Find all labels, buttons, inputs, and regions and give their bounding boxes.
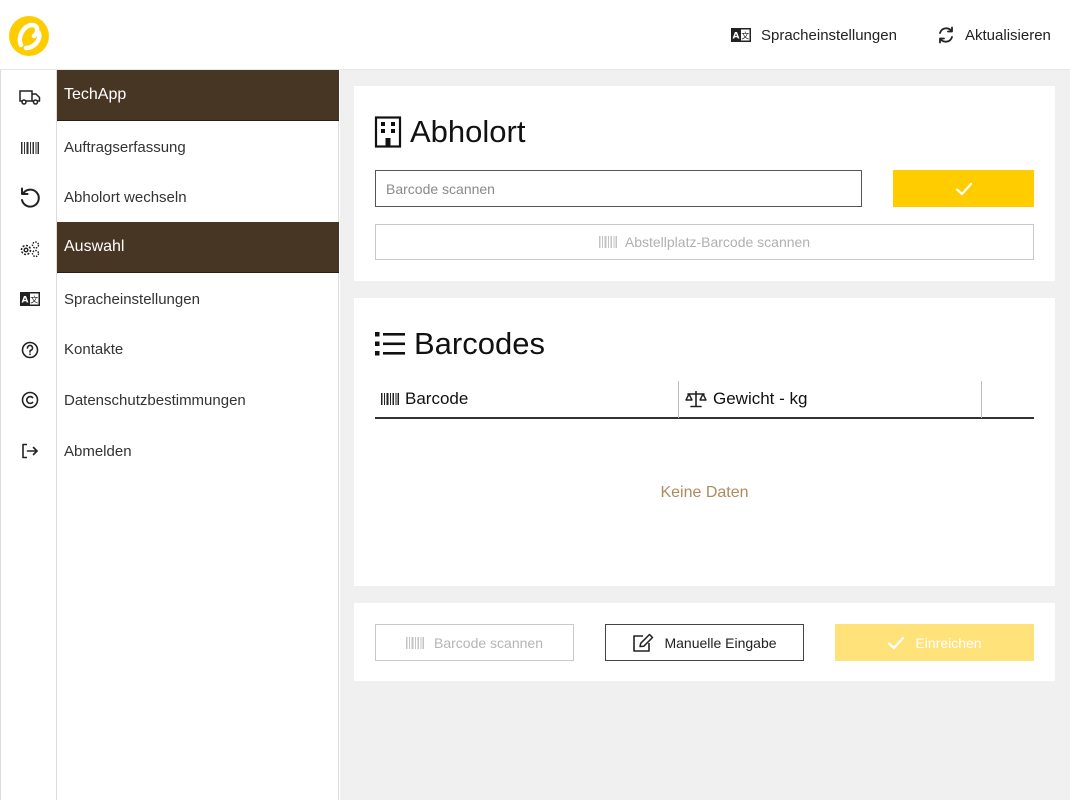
menu-item-label: Abholort wechseln — [64, 189, 187, 206]
column-header-weight[interactable]: Gewicht - kg — [685, 381, 807, 417]
scan-barcode-button[interactable]: Barcode scannen — [375, 624, 574, 661]
undo-icon — [20, 187, 40, 208]
top-bar: A 文 Spracheinstellungen Aktualisieren — [0, 0, 1070, 70]
manual-entry-button[interactable]: Manuelle Eingabe — [605, 624, 804, 661]
building-icon — [374, 116, 402, 148]
menu-item-label: Datenschutzbestimmungen — [64, 392, 246, 409]
barcodes-title-text: Barcodes — [414, 326, 545, 361]
brand-logo — [9, 16, 49, 56]
actions-card: Barcode scannen Manuelle Eingabe Einreic… — [354, 603, 1055, 681]
column-separator — [981, 381, 982, 418]
rail-order-entry[interactable] — [1, 123, 58, 173]
copyright-icon — [21, 391, 38, 409]
svg-text:文: 文 — [741, 31, 749, 41]
menu-item-label: Spracheinstellungen — [64, 291, 200, 308]
rail-privacy[interactable] — [1, 375, 58, 425]
barcode-icon — [20, 142, 39, 154]
menu-item-label: Kontakte — [64, 341, 124, 358]
menu-item-privacy[interactable]: Datenschutzbestimmungen — [57, 375, 339, 426]
submit-label: Einreichen — [915, 634, 982, 651]
menu-item-order-entry[interactable]: Auftragserfassung — [57, 122, 339, 173]
language-icon: A 文 — [19, 292, 40, 306]
menu-item-label: TechApp — [64, 86, 127, 103]
barcode-input[interactable] — [375, 170, 862, 207]
table-header: Barcode Gewicht - kg — [375, 381, 1034, 419]
language-settings-label: Spracheinstellungen — [761, 26, 897, 44]
check-icon — [888, 636, 905, 649]
edit-icon — [633, 633, 654, 652]
list-icon — [375, 332, 405, 356]
rail-change-pickup[interactable] — [1, 173, 58, 223]
question-circle-icon — [21, 341, 38, 359]
pickup-title-text: Abholort — [410, 114, 526, 149]
rail-logout[interactable] — [1, 426, 58, 476]
scale-icon — [685, 391, 707, 408]
side-menu: TechApp Auftragserfassung Abholort wechs… — [57, 70, 339, 800]
menu-item-logout[interactable]: Abmelden — [57, 426, 339, 477]
menu-item-contacts[interactable]: Kontakte — [57, 324, 339, 375]
check-icon — [955, 182, 972, 195]
refresh-button[interactable]: Aktualisieren — [937, 24, 1051, 46]
menu-item-label: Abmelden — [64, 443, 132, 460]
rail-contacts[interactable] — [1, 325, 58, 375]
confirm-barcode-button[interactable] — [893, 170, 1034, 207]
barcode-icon — [598, 236, 617, 248]
menu-item-label: Auftragserfassung — [64, 139, 186, 156]
submit-button[interactable]: Einreichen — [835, 624, 1034, 661]
scan-slot-barcode-label: Abstellplatz-Barcode scannen — [624, 234, 811, 250]
barcodes-card: Barcodes Barcode Gewicht - kg Keine Date… — [354, 298, 1055, 586]
rail-techapp[interactable] — [1, 72, 58, 122]
pickup-title: Abholort — [374, 114, 525, 150]
empty-state-text: Keine Daten — [660, 484, 749, 501]
logout-icon — [21, 443, 38, 459]
svg-text:A: A — [733, 32, 740, 42]
truck-icon — [18, 90, 40, 105]
menu-item-language[interactable]: Spracheinstellungen — [57, 274, 339, 325]
icon-rail: A 文 — [0, 70, 57, 800]
language-icon: A 文 — [731, 28, 751, 42]
svg-text:A: A — [21, 296, 28, 306]
column-header-label: Barcode — [405, 389, 469, 408]
column-header-barcode[interactable]: Barcode — [381, 381, 468, 417]
refresh-icon — [939, 26, 953, 44]
pickup-card: Abholort Abstellplatz-Barcode scannen — [354, 86, 1055, 281]
svg-text:文: 文 — [30, 295, 38, 305]
rail-selection[interactable] — [1, 224, 58, 274]
main-content: Abholort Abstellplatz-Barcode scannen — [340, 70, 1070, 800]
column-header-label: Gewicht - kg — [713, 389, 808, 408]
scan-slot-barcode-button[interactable]: Abstellplatz-Barcode scannen — [375, 224, 1034, 260]
gears-icon — [20, 241, 39, 258]
barcodes-title: Barcodes — [374, 326, 545, 362]
barcode-icon — [406, 636, 425, 649]
manual-entry-label: Manuelle Eingabe — [664, 634, 777, 651]
language-settings-button[interactable]: A 文 Spracheinstellungen — [731, 24, 897, 46]
menu-header-techapp[interactable]: TechApp — [57, 70, 339, 121]
rail-language[interactable]: A 文 — [1, 274, 58, 324]
menu-item-label: Auswahl — [64, 238, 125, 255]
barcodes-table: Barcode Gewicht - kg Keine Daten — [375, 381, 1034, 501]
menu-item-change-pickup[interactable]: Abholort wechseln — [57, 172, 339, 223]
refresh-label: Aktualisieren — [965, 26, 1051, 44]
column-separator — [678, 381, 679, 418]
menu-header-selection[interactable]: Auswahl — [57, 222, 339, 273]
barcode-icon — [381, 393, 399, 405]
scan-barcode-label: Barcode scannen — [434, 634, 543, 651]
